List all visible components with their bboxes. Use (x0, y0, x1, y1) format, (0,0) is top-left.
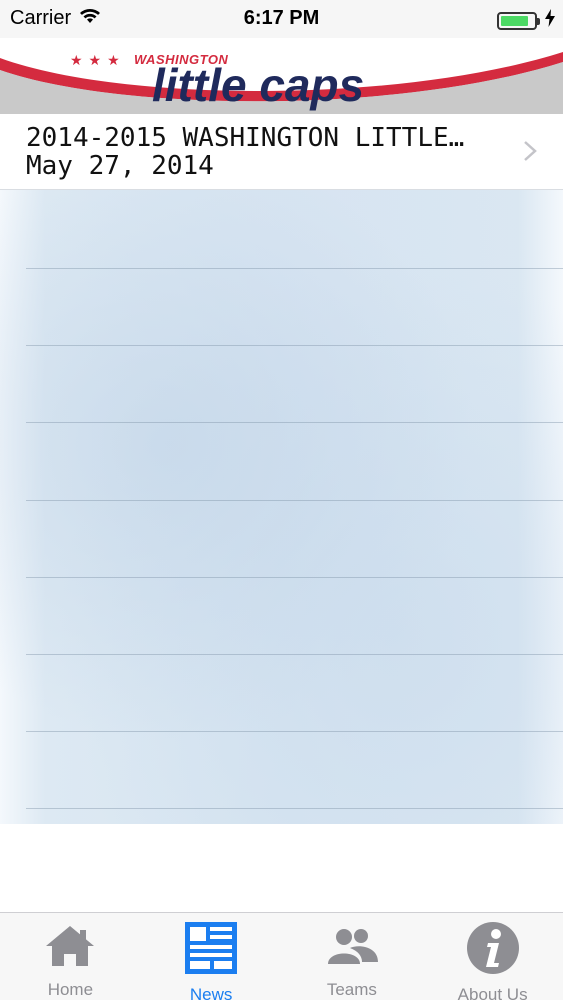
row-separator (26, 731, 563, 732)
battery-icon (497, 11, 540, 30)
teams-icon (324, 921, 380, 970)
news-date: May 27, 2014 (26, 151, 214, 181)
tab-about-us-label: About Us (457, 985, 528, 1000)
row-separator (26, 422, 563, 423)
row-separator (26, 268, 563, 269)
tab-home-label: Home (47, 980, 94, 999)
tab-bar: Home News Teams About Us (0, 912, 563, 1000)
tab-news-label: News (189, 985, 233, 1000)
tab-home[interactable]: Home (0, 913, 141, 1000)
chevron-right-icon (524, 141, 537, 161)
news-list[interactable]: 2014-2015 WASHINGTON LITTLE… May 27, 201… (0, 114, 563, 824)
status-time: 6:17 PM (243, 7, 320, 29)
banner-logo-title: little caps (152, 59, 365, 111)
row-separator (26, 808, 563, 809)
banner-stars: ★★★ (70, 52, 126, 68)
status-bar: Carrier 6:17 PM (0, 0, 563, 38)
row-separator (26, 577, 563, 578)
row-separator (26, 500, 563, 501)
ice-background (0, 190, 563, 824)
header-banner: ★★★ WASHINGTON little caps (0, 38, 563, 114)
charging-icon (545, 9, 555, 32)
tab-teams[interactable]: Teams (282, 913, 423, 1000)
news-row[interactable]: 2014-2015 WASHINGTON LITTLE… May 27, 201… (0, 114, 563, 190)
home-icon (42, 921, 98, 970)
news-icon (183, 921, 239, 975)
about-icon (465, 921, 521, 975)
battery-level (501, 15, 529, 26)
tab-teams-label: Teams (326, 980, 377, 999)
tab-news[interactable]: News (141, 913, 282, 1000)
status-right (497, 9, 555, 32)
row-separator (26, 654, 563, 655)
row-separator (26, 345, 563, 346)
tab-about-us[interactable]: About Us (422, 913, 563, 1000)
news-title: 2014-2015 WASHINGTON LITTLE… (26, 123, 465, 153)
